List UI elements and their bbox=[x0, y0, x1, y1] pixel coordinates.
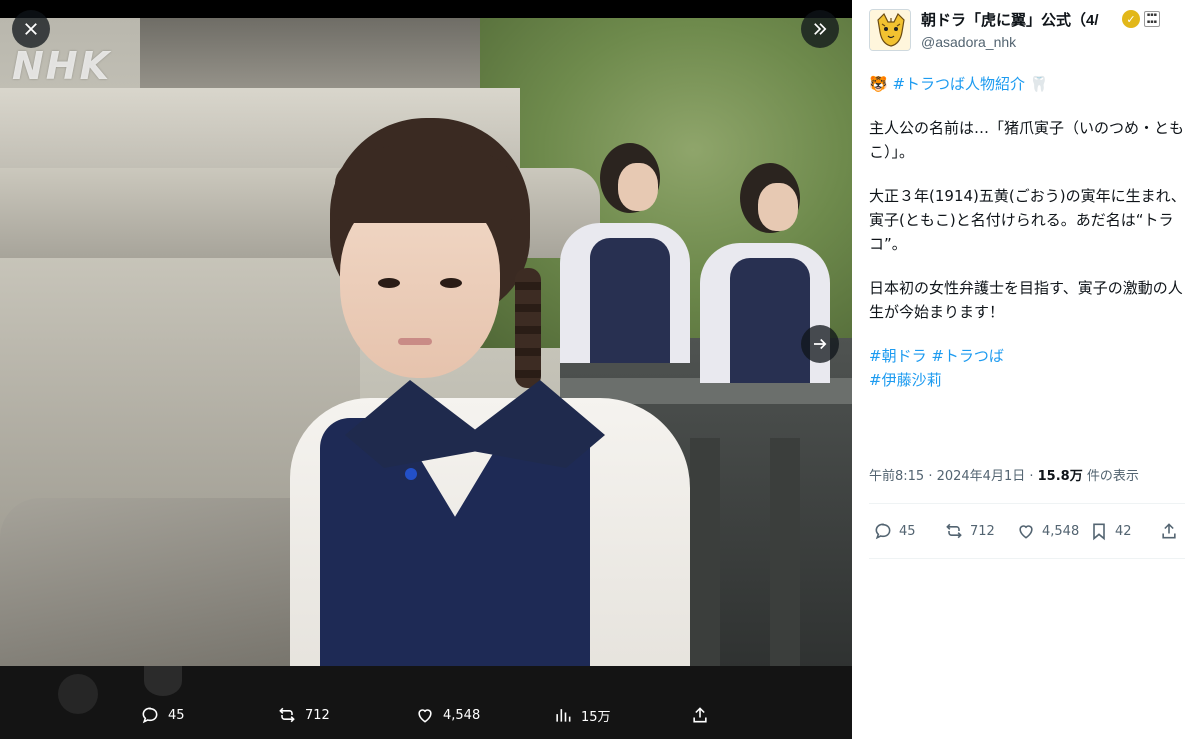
author-avatar[interactable] bbox=[869, 9, 911, 51]
repost-count: 712 bbox=[305, 707, 330, 723]
expand-panel-button[interactable] bbox=[801, 10, 839, 48]
tooth-emoji: 🦷 bbox=[1029, 75, 1049, 93]
share-icon bbox=[693, 707, 707, 723]
photo-rail-post bbox=[770, 438, 800, 666]
heart-icon bbox=[418, 709, 432, 723]
tiger-logo-icon bbox=[870, 10, 910, 50]
reply-count: 45 bbox=[899, 523, 916, 539]
post-paragraph: 日本初の女性弁護士を目指す、寅子の激動の人生が今始まります！ bbox=[869, 279, 1183, 321]
like-button[interactable]: 4,548 bbox=[415, 696, 480, 734]
arrow-right-icon bbox=[814, 338, 827, 350]
next-image-button[interactable] bbox=[801, 325, 839, 363]
expand-panel-icon bbox=[814, 23, 827, 35]
photo-stone-railing bbox=[0, 498, 310, 666]
repost-icon bbox=[946, 523, 962, 539]
post-text: 🐯 #トラつば人物紹介 🦷 主人公の名前は…「猪爪寅子（いのつめ・ともこ）」。 … bbox=[869, 72, 1189, 392]
post-panel: 朝ドラ「虎に翼」公式（4/ ✓ ▪▪▪ ▪▪▪ @asadora_nhk 🐯 #ト… bbox=[852, 0, 1200, 739]
repost-button[interactable]: 712 bbox=[277, 696, 330, 734]
post-views-label: 件の表示 bbox=[1082, 469, 1139, 484]
verified-badge-icon: ✓ bbox=[1122, 10, 1140, 28]
post-photo[interactable]: NHK bbox=[0, 18, 852, 666]
heart-icon bbox=[1019, 525, 1033, 539]
post-views-count: 15.8万 bbox=[1037, 469, 1083, 484]
share-button[interactable] bbox=[690, 696, 710, 734]
divider bbox=[869, 558, 1185, 559]
media-viewer: NHK 45 712 4,548 15万 bbox=[0, 0, 852, 739]
repost-button[interactable]: 712 bbox=[944, 512, 995, 550]
hashtag-link[interactable]: #トラつば人物紹介 bbox=[892, 75, 1025, 93]
author-handle[interactable]: @asadora_nhk bbox=[921, 34, 1016, 50]
post-hashtags: #伊藤沙莉 bbox=[869, 368, 1189, 392]
viewer-action-bar: 45 712 4,548 15万 bbox=[0, 696, 852, 734]
share-icon bbox=[1162, 523, 1176, 539]
repost-count: 712 bbox=[970, 523, 995, 539]
repost-icon bbox=[279, 707, 295, 723]
bookmark-count: 42 bbox=[1115, 523, 1132, 539]
share-button[interactable] bbox=[1159, 512, 1179, 550]
views-button[interactable]: 15万 bbox=[553, 696, 611, 734]
hashtag-link[interactable]: #朝ドラ bbox=[869, 347, 927, 365]
post-meta: 午前8:15 · 2024年4月1日 · 15.8万 件の表示 bbox=[869, 465, 1139, 484]
reply-count: 45 bbox=[168, 707, 185, 723]
photo-main-subject bbox=[290, 118, 690, 666]
background-reply-avatar bbox=[144, 666, 182, 696]
photo-rail-post bbox=[690, 438, 720, 666]
reply-icon bbox=[142, 707, 158, 724]
post-paragraph: 大正３年(1914)五黄(ごおう)の寅年に生まれ、寅子(ともこ)と名付けられる。… bbox=[869, 187, 1186, 253]
hashtag-link[interactable]: #伊藤沙莉 bbox=[869, 371, 942, 389]
photo-stone-tower bbox=[140, 18, 480, 98]
close-icon bbox=[25, 23, 37, 35]
author-name[interactable]: 朝ドラ「虎に翼」公式（4/ bbox=[921, 9, 1121, 30]
close-button[interactable] bbox=[12, 10, 50, 48]
post-timestamp[interactable]: 午前8:15 · 2024年4月1日 · bbox=[869, 469, 1038, 484]
views-count: 15万 bbox=[581, 709, 611, 725]
bookmark-button[interactable]: 42 bbox=[1089, 512, 1132, 550]
post-hashtags: #朝ドラ #トラつば bbox=[869, 344, 1189, 368]
bookmark-icon bbox=[1093, 523, 1105, 541]
like-button[interactable]: 4,548 bbox=[1016, 512, 1079, 550]
like-count: 4,548 bbox=[1042, 523, 1080, 539]
reply-icon bbox=[875, 523, 891, 540]
post-paragraph: 主人公の名前は…「猪爪寅子（いのつめ・ともこ）」。 bbox=[869, 119, 1185, 161]
organization-badge-icon: ▪▪▪ ▪▪▪ bbox=[1144, 11, 1160, 27]
post-hashtag-line: 🐯 #トラつば人物紹介 🦷 bbox=[869, 72, 1189, 96]
post-action-bar: 45 712 4,548 42 bbox=[869, 512, 1189, 550]
divider bbox=[869, 503, 1185, 504]
analytics-icon bbox=[556, 709, 571, 722]
hashtag-link[interactable]: #トラつば bbox=[931, 347, 1004, 365]
reply-button[interactable]: 45 bbox=[140, 696, 185, 734]
like-count: 4,548 bbox=[443, 707, 481, 723]
nhk-watermark: NHK bbox=[12, 44, 112, 88]
top-strip bbox=[0, 0, 852, 18]
reply-button[interactable]: 45 bbox=[873, 512, 916, 550]
tiger-emoji: 🐯 bbox=[869, 75, 888, 93]
